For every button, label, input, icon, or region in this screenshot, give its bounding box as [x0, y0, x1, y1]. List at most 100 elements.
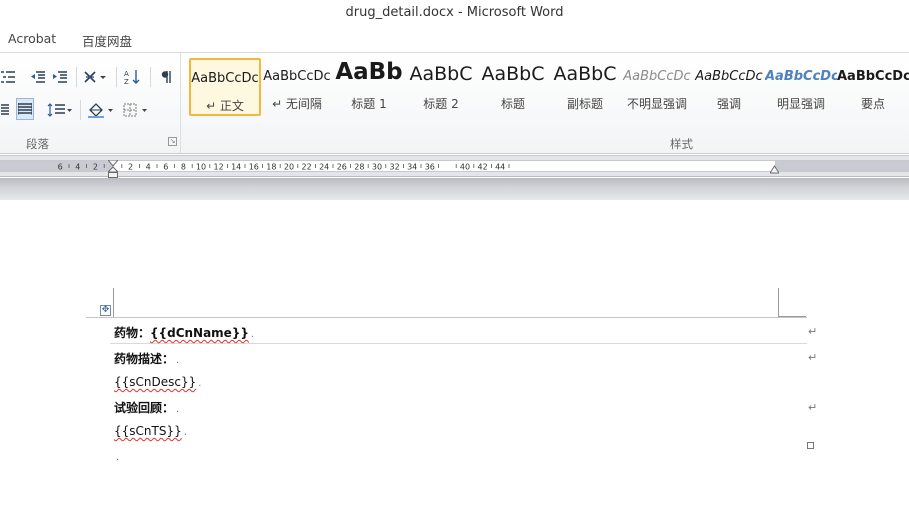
- ruler-label: 4: [75, 163, 80, 172]
- style-label: 要点: [860, 97, 885, 111]
- cell-mark: .: [183, 427, 187, 438]
- paragraph-group: AZ 段落 ↘: [0, 53, 181, 153]
- sort-button[interactable]: AZ: [124, 67, 142, 87]
- table-move-handle-icon[interactable]: ✥: [100, 305, 111, 316]
- style-preview: AaBbCcDc: [837, 69, 909, 84]
- style-label: ↵ 正文: [206, 99, 244, 113]
- style-preview: AaBbCcDc: [623, 69, 691, 84]
- toolbar-separator: [80, 100, 81, 120]
- style-preview: AaBb: [335, 59, 403, 85]
- style-preview: AaBbCcDc: [695, 69, 763, 84]
- page-gap: [0, 178, 909, 200]
- empty-line[interactable]: .: [114, 449, 119, 463]
- style-preview: AaBbC: [553, 63, 617, 85]
- menu-bar: Acrobat 百度网盘: [0, 26, 909, 53]
- style-preview: AaBbC: [409, 63, 473, 85]
- style-heading-1[interactable]: AaBb 标题 1: [333, 58, 405, 116]
- justify-button[interactable]: [0, 100, 10, 120]
- first-line-indent-marker[interactable]: [108, 160, 118, 178]
- style-preview: AaBbCcDc: [191, 71, 259, 86]
- right-indent-marker[interactable]: [770, 165, 779, 174]
- ruler-label: 6: [163, 163, 168, 172]
- drug-desc-label: 药物描述：: [114, 352, 175, 366]
- distributed-align-button[interactable]: [16, 98, 34, 120]
- style-subtle-emphasis[interactable]: AaBbCcDc 不明显强调: [621, 58, 693, 116]
- ruler-label: 44: [495, 163, 505, 172]
- paragraph-mark: ↵: [808, 351, 818, 364]
- ruler-label: 22: [302, 163, 312, 172]
- ruler-label: 2: [128, 163, 133, 172]
- show-marks-button[interactable]: [158, 67, 174, 87]
- ruler-label: 12: [214, 163, 224, 172]
- ruler-label: 28: [354, 163, 364, 172]
- tab-acrobat[interactable]: Acrobat: [8, 31, 56, 46]
- toolbar-separator: [150, 67, 151, 87]
- increase-indent-button[interactable]: [52, 67, 68, 87]
- shading-button[interactable]: [86, 100, 116, 120]
- ruler-label: 6: [58, 163, 63, 172]
- trial-review-field: {{sCnTS}}: [114, 424, 182, 438]
- style-strong[interactable]: AaBbCcDc 要点: [837, 58, 909, 116]
- horizontal-ruler[interactable]: 6 4 2 2 4 6 8 10 12 14 16 18 20 22 24 26 28 30 32 34 36 40 42 4…: [0, 155, 909, 178]
- toolbar-separator: [116, 67, 117, 87]
- chinese-layout-icon: [84, 71, 106, 83]
- sort-icon: AZ: [124, 70, 140, 85]
- end-of-row-mark: [807, 442, 814, 449]
- distributed-align-icon: [18, 103, 32, 115]
- title-bar: drug_detail.docx - Microsoft Word: [0, 0, 909, 26]
- style-label: 标题 1: [351, 97, 387, 111]
- window-title: drug_detail.docx - Microsoft Word: [345, 5, 564, 20]
- multilevel-list-button[interactable]: [0, 67, 16, 87]
- borders-button[interactable]: [121, 100, 151, 120]
- paragraph-mark: ↵: [808, 325, 818, 338]
- trial-review-label-line[interactable]: 试验回顾：.: [114, 399, 179, 416]
- style-label: 强调: [716, 97, 741, 111]
- drug-desc-field: {{sCnDesc}}: [114, 375, 197, 389]
- paragraph-mark: ↵: [808, 401, 818, 414]
- style-no-spacing[interactable]: AaBbCcDc ↵ 无间隔: [261, 58, 333, 116]
- cell-mark: .: [198, 378, 202, 389]
- styles-gallery: AaBbCcDc ↵ 正文 AaBbCcDc ↵ 无间隔 AaBb 标题 1 A…: [187, 58, 909, 116]
- trial-review-field-line[interactable]: {{sCnTS}}.: [114, 424, 187, 438]
- ruler-label: 36: [425, 163, 435, 172]
- ruler-label: 8: [181, 163, 186, 172]
- ruler-label: 16: [249, 163, 259, 172]
- chinese-layout-button[interactable]: [83, 67, 109, 87]
- ruler-label: 20: [284, 163, 294, 172]
- toolbar-separator: [76, 67, 77, 87]
- styles-group-label: 样式: [670, 137, 693, 151]
- paragraph-group-label: 段落: [26, 137, 49, 151]
- drug-name-field: {{dCnName}}: [150, 326, 249, 340]
- tab-baidu-netdisk[interactable]: 百度网盘: [82, 31, 132, 50]
- style-emphasis[interactable]: AaBbCcDc 强调: [693, 58, 765, 116]
- ruler-label: 18: [266, 163, 276, 172]
- drug-label: 药物：: [114, 326, 151, 340]
- line-spacing-icon: [47, 103, 72, 117]
- style-label: 明显强调: [776, 97, 825, 111]
- style-preview: AaBbCcDc: [263, 69, 331, 84]
- drug-name-line[interactable]: 药物：{{dCnName}}.: [114, 324, 254, 341]
- paragraph-dialog-launcher[interactable]: ↘: [168, 137, 177, 146]
- ruler-label: 2: [93, 163, 98, 172]
- ruler-strip: 6 4 2 2 4 6 8 10 12 14 16 18 20 22 24 26 28 30 32 34 36 40 42 4…: [0, 160, 909, 178]
- table-border: [86, 317, 807, 318]
- drug-desc-field-line[interactable]: {{sCnDesc}}.: [114, 375, 201, 389]
- style-label: 标题: [500, 97, 525, 111]
- ruler-label: 4: [146, 163, 151, 172]
- cell-mark: .: [176, 355, 180, 366]
- style-subtitle[interactable]: AaBbC 副标题: [549, 58, 621, 116]
- ruler-label: 30: [372, 163, 382, 172]
- style-heading-2[interactable]: AaBbC 标题 2: [405, 58, 477, 116]
- cell-mark: .: [176, 404, 180, 415]
- style-label: 标题 2: [423, 97, 459, 111]
- ruler-label: 10: [196, 163, 206, 172]
- drug-desc-label-line[interactable]: 药物描述：.: [114, 350, 179, 367]
- svg-text:Z: Z: [124, 78, 129, 85]
- style-title[interactable]: AaBbC 标题: [477, 58, 549, 116]
- style-normal[interactable]: AaBbCcDc ↵ 正文: [189, 58, 261, 116]
- ruler-label: 24: [319, 163, 329, 172]
- decrease-indent-button[interactable]: [30, 67, 46, 87]
- decrease-indent-icon: [31, 71, 45, 83]
- line-spacing-button[interactable]: [46, 100, 74, 120]
- style-intense-emphasis[interactable]: AaBbCcDc 明显强调: [765, 58, 837, 116]
